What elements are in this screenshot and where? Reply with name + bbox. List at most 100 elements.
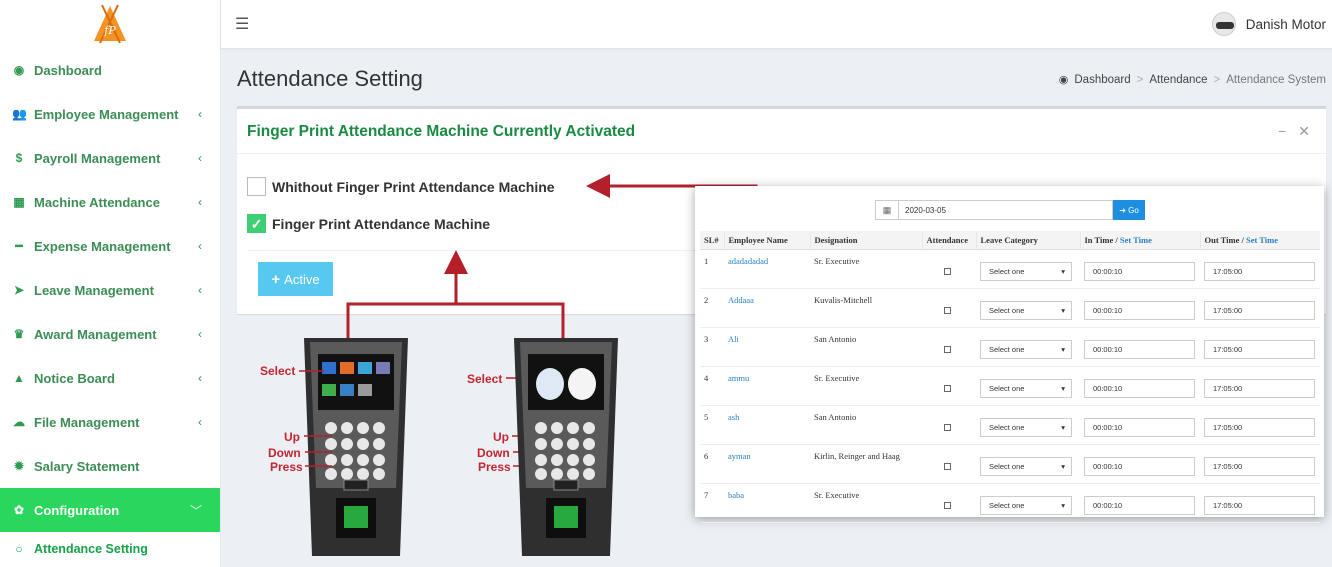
breadcrumb-separator: > <box>1136 73 1144 86</box>
set-out-time-link[interactable]: Set Time <box>1246 235 1278 245</box>
sidebar-item-leave-management[interactable]: ➤ Leave Management ‹ <box>0 268 220 312</box>
fingerprint-device-menu <box>304 338 408 556</box>
leave-category-select[interactable]: Select one ▾ <box>980 262 1072 281</box>
close-icon[interactable]: ✕ <box>1298 123 1310 140</box>
sidebar-item-award-management[interactable]: ♛ Award Management ‹ <box>0 312 220 356</box>
cell-employee-name[interactable]: baba <box>724 483 810 523</box>
attendance-table-body: 1 adadadadad Sr. Executive Select one ▾ 00:00… <box>700 249 1320 523</box>
calendar-icon[interactable]: ▦ <box>875 200 899 220</box>
cell-in-time: 00:00:10 <box>1080 288 1200 328</box>
sidebar-menu: ◉ Dashboard 👥 Employee Management ‹ $ Payroll … <box>0 48 220 566</box>
sidebar-subitem-attendance-setting[interactable]: ○ Attendance Setting <box>0 532 220 566</box>
set-in-time-link[interactable]: Set Time <box>1120 235 1152 245</box>
out-time-input[interactable]: 17:05:00 <box>1204 262 1315 281</box>
gear-icon: ✹ <box>13 459 25 473</box>
cell-out-time: 17:05:00 <box>1200 249 1320 289</box>
table-row: 3 Ali San Antonio Select one ▾ 00:00:10 17:05:… <box>700 327 1320 367</box>
device-label-down: Down <box>477 446 510 460</box>
sidebar-item-label: Salary Statement <box>34 458 140 474</box>
option-with-machine[interactable]: ✓ Finger Print Attendance Machine <box>247 214 490 233</box>
out-time-input[interactable]: 17:05:00 <box>1204 340 1315 359</box>
sidebar-item-notice-board[interactable]: ▲ Notice Board ‹ <box>0 356 220 400</box>
out-time-input[interactable]: 17:05:00 <box>1204 418 1315 437</box>
in-time-input[interactable]: 00:00:10 <box>1084 457 1195 476</box>
in-time-input[interactable]: 00:00:10 <box>1084 379 1195 398</box>
plane-icon: ➤ <box>13 283 25 297</box>
sidebar-item-file-management[interactable]: ☁ File Management ‹ <box>0 400 220 444</box>
dropdown-arrow-icon: ▾ <box>1061 423 1065 432</box>
checkbox-without-machine[interactable] <box>247 177 266 196</box>
leave-category-select[interactable]: Select one ▾ <box>980 379 1072 398</box>
users-icon: 👥 <box>12 107 27 121</box>
cell-designation: Kirlin, Reinger and Haag <box>810 444 922 484</box>
cell-sl: 6 <box>700 444 724 484</box>
breadcrumb-section[interactable]: Attendance <box>1149 74 1207 86</box>
cell-employee-name[interactable]: adadadadad <box>724 249 810 289</box>
sidebar-item-expense-management[interactable]: ━ Expense Management ‹ <box>0 224 220 268</box>
out-time-input[interactable]: 17:05:00 <box>1204 301 1315 320</box>
collapse-icon[interactable]: − <box>1278 123 1286 140</box>
cell-designation: San Antonio <box>810 405 922 445</box>
chevron-left-icon: ‹ <box>198 327 202 341</box>
in-time-input[interactable]: 00:00:10 <box>1084 418 1195 437</box>
attendance-checkbox[interactable] <box>944 423 951 431</box>
user-menu[interactable]: Danish Motor <box>1211 12 1326 36</box>
leave-category-select[interactable]: Select one ▾ <box>980 301 1072 320</box>
cell-employee-name[interactable]: ash <box>724 405 810 445</box>
leave-category-select[interactable]: Select one ▾ <box>980 457 1072 476</box>
device-label-select: Select <box>467 372 503 386</box>
attendance-checkbox[interactable] <box>944 345 951 353</box>
breadcrumb-home[interactable]: Dashboard <box>1074 74 1130 86</box>
cell-employee-name[interactable]: Addaaa <box>724 288 810 328</box>
sidebar: fP ◉ Dashboard 👥 Employee Management ‹ $ Payro… <box>0 0 221 567</box>
attendance-checkbox[interactable] <box>944 462 951 470</box>
hamburger-icon[interactable]: ☰ <box>235 14 249 34</box>
option-without-machine[interactable]: Whithout Finger Print Attendance Machine <box>247 177 555 196</box>
attendance-checkbox[interactable] <box>944 267 951 275</box>
in-time-input[interactable]: 00:00:10 <box>1084 340 1195 359</box>
attendance-table-card: ▦ 2020-03-05 ➜ Go SL# Employee Name Desi… <box>695 186 1324 523</box>
cell-out-time: 17:05:00 <box>1200 483 1320 523</box>
chevron-left-icon: ‹ <box>198 415 202 429</box>
active-button[interactable]: + Active <box>258 262 333 296</box>
chevron-left-icon: ‹ <box>198 151 202 165</box>
leave-category-select[interactable]: Select one ▾ <box>980 418 1072 437</box>
in-time-input[interactable]: 00:00:10 <box>1084 301 1195 320</box>
attendance-checkbox[interactable] <box>944 384 951 392</box>
date-input[interactable]: 2020-03-05 <box>899 200 1113 220</box>
in-time-input[interactable]: 00:00:10 <box>1084 496 1195 515</box>
sidebar-item-label: Leave Management <box>34 282 154 298</box>
cell-employee-name[interactable]: Ali <box>724 327 810 367</box>
cell-employee-name[interactable]: ayman <box>724 444 810 484</box>
in-time-input[interactable]: 00:00:10 <box>1084 262 1195 281</box>
chevron-left-icon: ‹ <box>198 107 202 121</box>
sidebar-item-employee-management[interactable]: 👥 Employee Management ‹ <box>0 92 220 136</box>
cell-in-time: 00:00:10 <box>1080 249 1200 289</box>
cell-employee-name[interactable]: ammu <box>724 366 810 406</box>
out-time-input[interactable]: 17:05:00 <box>1204 379 1315 398</box>
sidebar-item-payroll-management[interactable]: $ Payroll Management ‹ <box>0 136 220 180</box>
cell-sl: 2 <box>700 288 724 328</box>
cell-out-time: 17:05:00 <box>1200 327 1320 367</box>
logo[interactable]: fP <box>0 0 220 48</box>
leave-category-select[interactable]: Select one ▾ <box>980 340 1072 359</box>
sidebar-item-dashboard[interactable]: ◉ Dashboard <box>0 48 220 92</box>
leave-category-select[interactable]: Select one ▾ <box>980 496 1072 515</box>
dollar-icon: $ <box>15 151 23 165</box>
attendance-checkbox[interactable] <box>944 306 951 314</box>
sidebar-item-configuration[interactable]: ✿ Configuration ﹀ <box>0 488 220 532</box>
sidebar-item-label: File Management <box>34 414 140 430</box>
out-time-input[interactable]: 17:05:00 <box>1204 496 1315 515</box>
minus-icon: ━ <box>15 239 23 253</box>
sidebar-item-label: Notice Board <box>34 370 115 386</box>
checkbox-with-machine[interactable]: ✓ <box>247 214 266 233</box>
user-name: Danish Motor <box>1245 16 1326 32</box>
page-title: Attendance Setting <box>237 66 423 91</box>
sidebar-item-salary-statement[interactable]: ✹ Salary Statement <box>0 444 220 488</box>
sidebar-subitem-label: Attendance Setting <box>34 542 148 556</box>
sidebar-item-machine-attendance[interactable]: ▦ Machine Attendance ‹ <box>0 180 220 224</box>
attendance-checkbox[interactable] <box>944 501 951 509</box>
cell-attendance <box>922 327 976 367</box>
go-button[interactable]: ➜ Go <box>1113 200 1145 220</box>
out-time-input[interactable]: 17:05:00 <box>1204 457 1315 476</box>
